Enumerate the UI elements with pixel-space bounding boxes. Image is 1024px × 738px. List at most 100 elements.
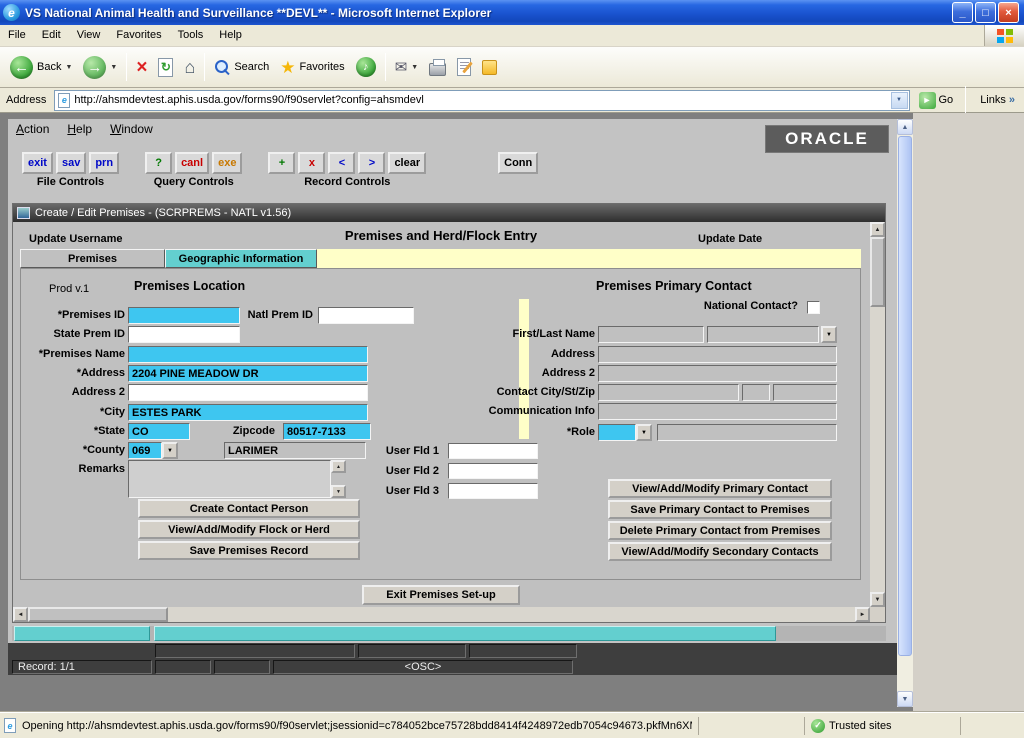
forms-toolbar: exit sav prn File Controls ? canl exe Qu…	[22, 152, 538, 188]
applet-scroll-strip[interactable]	[12, 626, 886, 641]
form-horizontal-scrollbar[interactable]: ◄ ►	[13, 607, 870, 622]
mail-dropdown-icon[interactable]: ▼	[411, 64, 418, 71]
search-button[interactable]: Search	[209, 56, 274, 78]
horizontal-scroll-thumb[interactable]	[28, 607, 168, 622]
favorites-button[interactable]: ★ Favorites	[275, 56, 350, 79]
cancel-query-button[interactable]: canl	[175, 152, 209, 174]
forward-dropdown-icon[interactable]: ▼	[110, 64, 117, 71]
exit-premises-setup-button[interactable]: Exit Premises Set-up	[362, 585, 520, 605]
remarks-scroll-down-button[interactable]: ▼	[331, 485, 346, 498]
page-scroll-down-button[interactable]: ▼	[897, 691, 913, 707]
menu-edit[interactable]: Edit	[34, 25, 69, 46]
print-form-button[interactable]: prn	[89, 152, 119, 174]
remarks-scroll-up-button[interactable]: ▲	[331, 460, 346, 473]
view-add-modify-flock-or-herd-button[interactable]: View/Add/Modify Flock or Herd	[138, 520, 360, 539]
scroll-thumb-segment[interactable]	[14, 626, 150, 641]
zipcode-field[interactable]	[283, 423, 371, 440]
page-scroll-up-button[interactable]: ▲	[897, 119, 913, 135]
print-button[interactable]	[424, 56, 451, 79]
user-fld-3-field[interactable]	[448, 483, 538, 499]
previous-record-button[interactable]: <	[328, 152, 355, 174]
natl-prem-id-field[interactable]	[318, 307, 414, 324]
state-prem-id-field[interactable]	[128, 326, 240, 343]
back-dropdown-icon[interactable]: ▼	[65, 64, 72, 71]
address-label: *Address	[21, 365, 125, 382]
insert-record-button[interactable]: +	[268, 152, 295, 174]
home-button[interactable]: ⌂	[179, 55, 200, 79]
name-dropdown-button[interactable]: ▼	[821, 326, 837, 343]
view-add-modify-primary-contact-button[interactable]: View/Add/Modify Primary Contact	[608, 479, 832, 498]
form-vertical-scrollbar[interactable]: ▲ ▼	[870, 222, 885, 607]
home-icon: ⌂	[184, 58, 195, 76]
applet-menu-action[interactable]: Action	[16, 122, 49, 136]
scroll-up-button[interactable]: ▲	[870, 222, 885, 237]
delete-primary-contact-button[interactable]: Delete Primary Contact from Premises	[608, 521, 832, 540]
premises-name-field[interactable]	[128, 346, 368, 363]
links-button[interactable]: Links »	[974, 94, 1021, 106]
address-field[interactable]	[128, 365, 368, 382]
vertical-scroll-thumb[interactable]	[870, 237, 885, 307]
close-button[interactable]: ×	[998, 2, 1019, 23]
tab-premises[interactable]: Premises	[20, 249, 165, 268]
menu-file[interactable]: File	[0, 25, 34, 46]
scroll-left-button[interactable]: ◄	[13, 607, 28, 622]
enter-query-button[interactable]: ?	[145, 152, 172, 174]
state-field[interactable]	[128, 423, 190, 440]
view-add-modify-secondary-contacts-button[interactable]: View/Add/Modify Secondary Contacts	[608, 542, 832, 561]
county-dropdown-button[interactable]: ▼	[162, 442, 178, 459]
page-vertical-scrollbar[interactable]: ▲ ▼	[897, 119, 913, 707]
page-scroll-thumb[interactable]	[898, 136, 912, 656]
user-fld-1-field[interactable]	[448, 443, 538, 459]
next-record-button[interactable]: >	[358, 152, 385, 174]
communication-info-field	[598, 403, 837, 420]
go-button[interactable]: ► Go	[915, 92, 958, 109]
address2-field[interactable]	[128, 384, 368, 401]
scroll-right-button[interactable]: ►	[855, 607, 870, 622]
messenger-icon	[482, 60, 497, 75]
address-dropdown-button[interactable]: ▼	[891, 92, 908, 109]
delete-record-button[interactable]: x	[298, 152, 325, 174]
applet-menu-help[interactable]: Help	[67, 122, 92, 136]
scroll-down-button[interactable]: ▼	[870, 592, 885, 607]
save-premises-record-button[interactable]: Save Premises Record	[138, 541, 360, 560]
forward-button[interactable]: → ▼	[78, 53, 122, 82]
save-button[interactable]: sav	[56, 152, 86, 174]
city-field[interactable]	[128, 404, 368, 421]
exit-button[interactable]: exit	[22, 152, 53, 174]
back-button[interactable]: ← Back ▼	[5, 53, 77, 82]
menu-help[interactable]: Help	[211, 25, 250, 46]
user-fld-3-label: User Fld 3	[351, 483, 439, 500]
form-window-titlebar[interactable]: Create / Edit Premises - (SCRPREMS - NAT…	[13, 204, 885, 222]
media-icon: ♪	[356, 57, 376, 77]
messenger-button[interactable]	[477, 57, 502, 78]
stop-button[interactable]: ×	[131, 55, 152, 80]
national-contact-checkbox[interactable]	[807, 301, 820, 314]
minimize-button[interactable]: _	[952, 2, 973, 23]
user-fld-2-field[interactable]	[448, 463, 538, 479]
execute-query-button[interactable]: exe	[212, 152, 242, 174]
address-input[interactable]: e http://ahsmdevtest.aphis.usda.gov/form…	[54, 90, 909, 111]
menu-view[interactable]: View	[69, 25, 109, 46]
create-contact-person-button[interactable]: Create Contact Person	[138, 499, 360, 518]
clear-record-button[interactable]: clear	[388, 152, 426, 174]
applet-menu-window[interactable]: Window	[110, 122, 153, 136]
query-controls-label: Query Controls	[154, 176, 234, 188]
status-cell	[155, 660, 211, 674]
menu-favorites[interactable]: Favorites	[108, 25, 169, 46]
role-field[interactable]	[598, 424, 636, 441]
edit-button[interactable]	[452, 55, 476, 79]
conn-button[interactable]: Conn	[498, 152, 538, 174]
media-button[interactable]: ♪	[351, 54, 381, 80]
county-field[interactable]	[128, 442, 162, 459]
remarks-field[interactable]	[128, 460, 331, 498]
tab-geographic-information[interactable]: Geographic Information	[165, 249, 317, 268]
maximize-button[interactable]: □	[975, 2, 996, 23]
role-dropdown-button[interactable]: ▼	[636, 424, 652, 441]
menu-tools[interactable]: Tools	[170, 25, 212, 46]
address-url[interactable]: http://ahsmdevtest.aphis.usda.gov/forms9…	[74, 94, 886, 106]
mail-button[interactable]: ✉ ▼	[390, 57, 424, 78]
save-primary-contact-button[interactable]: Save Primary Contact to Premises	[608, 500, 832, 519]
premises-id-label: *Premises ID	[21, 307, 125, 324]
refresh-button[interactable]: ↻	[153, 55, 178, 80]
scroll-thumb-segment[interactable]	[154, 626, 776, 641]
